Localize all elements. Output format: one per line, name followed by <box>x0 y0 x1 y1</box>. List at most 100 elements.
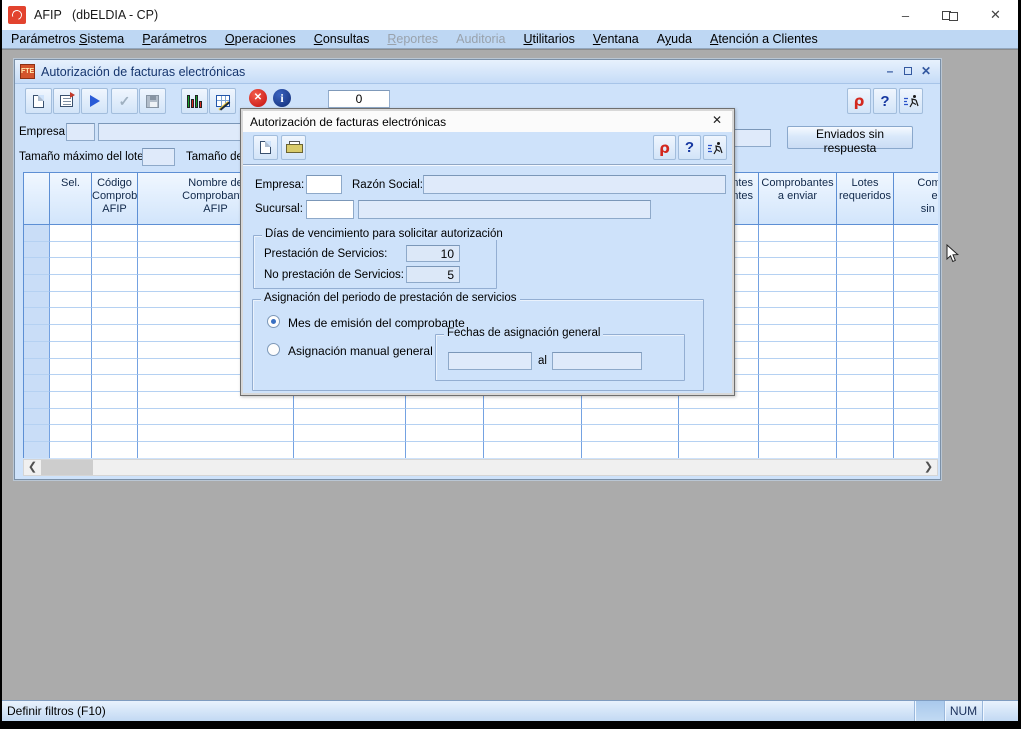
check-icon: ✓ <box>119 93 131 110</box>
menu-item-utilitarios[interactable]: Utilitarios <box>514 31 583 47</box>
dialog-help-button[interactable]: ? <box>678 135 701 160</box>
dialog-close-button[interactable]: ✕ <box>708 112 726 128</box>
scrollbar-thumb[interactable] <box>41 460 93 475</box>
child-close-button[interactable]: ✕ <box>918 64 934 80</box>
save-button[interactable] <box>139 88 166 114</box>
grid-column-header-10[interactable]: Lotesrequeridos <box>837 173 894 225</box>
mdi-workspace: FTE Autorización de facturas electrónica… <box>2 49 1018 700</box>
grid-cell <box>894 225 938 242</box>
exit-button[interactable] <box>899 88 923 114</box>
grid-cell <box>50 409 92 426</box>
radio-mes-emision[interactable] <box>267 315 280 328</box>
menu-item-parametros-sistema[interactable]: Parámetros Sistema <box>2 31 133 47</box>
grid-column-header-2[interactable]: CódigoComprob.AFIP <box>92 173 138 225</box>
new-document-button[interactable] <box>25 88 52 114</box>
grid-cell <box>759 375 837 392</box>
grid-column-header-9[interactable]: Comprobantesa enviar <box>759 173 837 225</box>
grid-cell <box>24 359 50 376</box>
radio-asignacion-manual[interactable] <box>267 343 280 356</box>
grid-cell <box>24 258 50 275</box>
minimize-button[interactable]: – <box>883 0 928 30</box>
grid-cell <box>894 242 938 259</box>
grid-cell <box>92 308 138 325</box>
grid-cell <box>24 409 50 426</box>
play-icon <box>90 95 100 107</box>
grid-cell <box>759 308 837 325</box>
info-circle-icon[interactable]: i <box>273 89 291 107</box>
grid-cell <box>837 342 894 359</box>
status-segment <box>982 701 1018 721</box>
grid-cell <box>894 375 938 392</box>
cancel-circle-icon[interactable]: ✕ <box>249 89 267 107</box>
dialog-new-button[interactable] <box>253 135 278 160</box>
grid-column-header-0[interactable] <box>24 173 50 225</box>
organize-columns-button[interactable] <box>181 88 208 114</box>
filter-button[interactable]: ρ <box>847 88 871 114</box>
grid-cell <box>50 359 92 376</box>
grid-column-header-1[interactable]: Sel. <box>50 173 92 225</box>
save-icon <box>146 95 159 108</box>
menu-item-ventana[interactable]: Ventana <box>584 31 648 47</box>
table-row[interactable] <box>24 409 938 426</box>
grid-cell <box>92 325 138 342</box>
grid-cell <box>24 425 50 442</box>
run-button[interactable] <box>81 88 108 114</box>
grid-cell <box>837 258 894 275</box>
fechas-group: Fechas de asignación general al <box>435 334 685 381</box>
no-prestacion-dias-input[interactable] <box>406 266 460 283</box>
confirm-button[interactable]: ✓ <box>111 88 138 114</box>
title-bar[interactable]: AFIP (dbELDIA - CP) – ✕ <box>2 0 1018 30</box>
grid-cell <box>582 425 679 442</box>
child-title-bar[interactable]: FTE Autorización de facturas electrónica… <box>15 60 940 84</box>
grid-cell <box>92 225 138 242</box>
menu-item-operaciones[interactable]: Operaciones <box>216 31 305 47</box>
app-icon <box>8 6 26 24</box>
menu-item-ayuda[interactable]: Ayuda <box>648 31 701 47</box>
lote-input[interactable] <box>142 148 175 166</box>
sucursal-name-input[interactable] <box>358 200 651 219</box>
table-row[interactable] <box>24 442 938 458</box>
razon-social-input[interactable] <box>423 175 726 194</box>
fecha-hasta-input[interactable] <box>552 352 642 370</box>
close-button[interactable]: ✕ <box>973 0 1018 30</box>
menu-item-atencion-a-clientes[interactable]: Atención a Clientes <box>701 31 827 47</box>
prestacion-dias-input[interactable] <box>406 245 460 262</box>
dialog-filter-button[interactable]: ρ <box>653 135 676 160</box>
sucursal-code-input[interactable] <box>306 200 354 219</box>
menu-bar: Parámetros SistemaParámetrosOperacionesC… <box>2 30 1018 49</box>
table-row[interactable] <box>24 425 938 442</box>
horizontal-scrollbar[interactable]: ❮ ❯ <box>23 459 938 476</box>
child-minimize-button[interactable]: – <box>882 64 898 80</box>
dialog-title-bar[interactable]: Autorización de facturas electrónicas <box>243 111 732 132</box>
grid-cell <box>679 409 759 426</box>
dialog-exit-button[interactable] <box>703 135 727 160</box>
scroll-left-arrow-icon[interactable]: ❮ <box>24 460 41 475</box>
scroll-right-arrow-icon[interactable]: ❯ <box>920 460 937 475</box>
grid-cell <box>294 409 406 426</box>
menu-item-reportes[interactable]: Reportes <box>378 31 447 47</box>
grid-cell <box>50 242 92 259</box>
radio-mes-emision-label[interactable]: Mes de emisión del comprobante <box>288 316 465 330</box>
menu-item-auditoria[interactable]: Auditoria <box>447 31 514 47</box>
menu-item-consultas[interactable]: Consultas <box>305 31 379 47</box>
grid-cell <box>24 242 50 259</box>
edit-grid-button[interactable] <box>209 88 236 114</box>
grid-cell <box>50 258 92 275</box>
counter-field[interactable]: 0 <box>328 90 390 108</box>
help-button[interactable]: ? <box>873 88 897 114</box>
grid-cell <box>50 375 92 392</box>
dialog-empresa-input[interactable] <box>306 175 342 194</box>
dialog-print-button[interactable] <box>281 135 306 160</box>
new-document-icon <box>260 141 271 154</box>
menu-item-parametros[interactable]: Parámetros <box>133 31 216 47</box>
empresa-code-input[interactable] <box>66 123 95 141</box>
maximize-button[interactable] <box>928 0 973 30</box>
enviados-sin-respuesta-button[interactable]: Enviados sin respuesta <box>787 126 913 149</box>
grid-cell <box>759 258 837 275</box>
grid-cell <box>24 375 50 392</box>
grid-column-header-11[interactable]: Comprobantesenviadossin respuesta <box>894 173 938 225</box>
fecha-desde-input[interactable] <box>448 352 532 370</box>
properties-button[interactable] <box>53 88 80 114</box>
radio-asignacion-manual-label[interactable]: Asignación manual general <box>288 344 433 358</box>
child-maximize-button[interactable] <box>900 64 916 80</box>
